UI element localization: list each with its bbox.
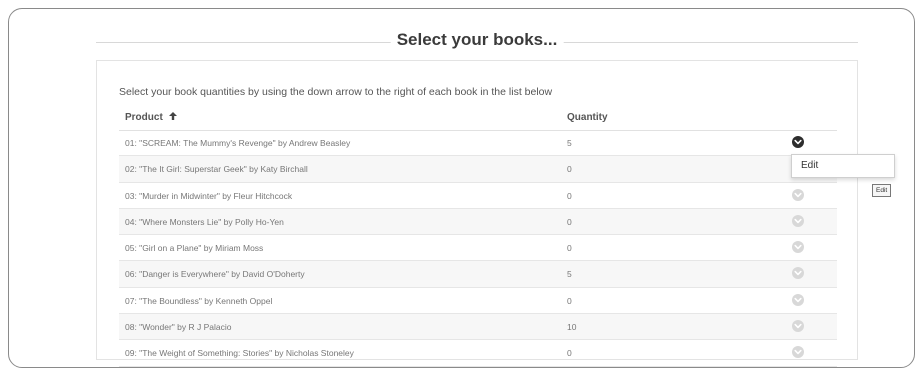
chevron-down-icon[interactable] [792,346,804,359]
product-cell: 05: "Girl on a Plane" by Miriam Moss [125,243,264,254]
arrow-up-icon [168,112,177,123]
product-cell: 09: "The Weight of Something: Stories" b… [125,348,354,359]
product-cell: 03: "Murder in Midwinter" by Fleur Hitch… [125,190,293,201]
chevron-down-icon[interactable] [792,293,804,306]
chevron-down-icon[interactable] [792,214,804,227]
table-row: 01: "SCREAM: The Mummy's Revenge" by And… [119,130,837,157]
chevron-down-icon[interactable] [792,267,804,280]
quantity-cell: 0 [567,216,572,227]
table-row: 04: "Where Monsters Lie" by Polly Ho-Yen… [119,208,837,236]
chevron-down-icon[interactable] [792,241,804,254]
table-row: 02: "The It Girl: Superstar Geek" by Kat… [119,156,837,183]
product-cell: 02: "The It Girl: Superstar Geek" by Kat… [125,164,308,175]
quantity-cell: 5 [567,138,572,148]
section-heading: Select your books... [96,30,858,54]
table-row: 03: "Murder in Midwinter" by Fleur Hitch… [119,183,837,209]
table-row: 08: "Wonder" by R J Palacio 10 [119,314,837,341]
chevron-down-icon[interactable] [792,136,804,148]
page-title: Select your books... [390,30,564,50]
table-header: Product Quantity [119,106,837,131]
product-header-label: Product [125,112,163,123]
product-cell: 06: "Danger is Everywhere" by David O'Do… [125,269,305,280]
instructions-text: Select your book quantities by using the… [119,86,553,98]
product-cell: 07: "The Boundless" by Kenneth Oppel [125,295,273,306]
table-row: 06: "Danger is Everywhere" by David O'Do… [119,261,837,288]
edit-tooltip: Edit [872,184,892,197]
quantity-cell: 0 [567,164,572,175]
quantity-cell: 0 [567,190,572,201]
chevron-down-icon[interactable] [792,320,804,333]
quantity-cell: 0 [567,243,572,254]
book-table-body: 01: "SCREAM: The Mummy's Revenge" by And… [119,130,837,367]
product-column-header[interactable]: Product [125,112,177,123]
product-cell: 08: "Wonder" by R J Palacio [125,322,232,333]
table-row: 09: "The Weight of Something: Stories" b… [119,340,837,367]
row-action-menu: Edit [791,154,895,178]
product-cell: 04: "Where Monsters Lie" by Polly Ho-Yen [125,216,284,227]
table-row: 05: "Girl on a Plane" by Miriam Moss 0 [119,235,837,262]
chevron-down-icon[interactable] [792,188,804,201]
product-cell: 01: "SCREAM: The Mummy's Revenge" by And… [125,138,351,148]
table-row: 07: "The Boundless" by Kenneth Oppel 0 [119,288,837,315]
menu-item-edit[interactable]: Edit [801,160,818,171]
quantity-cell: 5 [567,269,572,280]
quantity-column-header[interactable]: Quantity [567,112,608,123]
quantity-cell: 0 [567,295,572,306]
quantity-cell: 10 [567,322,577,333]
quantity-cell: 0 [567,348,572,359]
